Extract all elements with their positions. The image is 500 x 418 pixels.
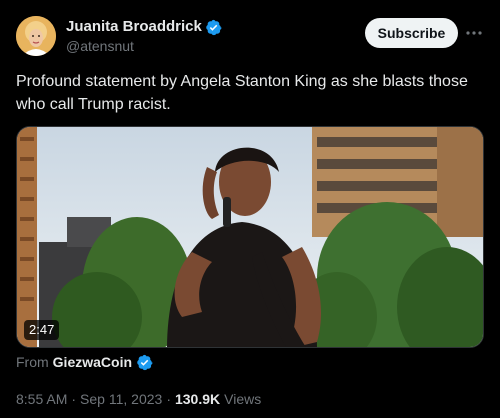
author-name-row[interactable]: Juanita Broaddrick — [66, 17, 222, 37]
tweet-time[interactable]: 8:55 AM — [16, 390, 67, 408]
source-prefix: From — [16, 354, 49, 370]
video-player[interactable] — [16, 126, 484, 348]
meta-separator: · — [166, 391, 171, 407]
tweet-text: Profound statement by Angela Stanton Kin… — [16, 73, 468, 113]
author-display-name[interactable]: Juanita Broaddrick — [66, 17, 202, 37]
author-handle[interactable]: @atensnut — [66, 37, 134, 55]
video-source-attribution: From GiezwaCoin — [16, 353, 153, 371]
verified-badge-icon — [136, 354, 153, 371]
tweet-card: Juanita Broaddrick @atensnut Subscribe P… — [0, 0, 500, 418]
video-thumbnail — [17, 127, 483, 347]
views-count: 130.9K — [174, 391, 221, 407]
more-icon[interactable] — [463, 23, 485, 43]
video-duration-badge: 2:47 — [24, 320, 60, 340]
tweet-date[interactable]: Sep 11, 2023 — [80, 390, 162, 408]
meta-separator: · — [71, 391, 77, 407]
tweet-meta: 8:55 AM · Sep 11, 2023 · 130.9K Views — [16, 390, 261, 408]
author-avatar[interactable] — [16, 16, 56, 56]
verified-badge-icon — [205, 19, 222, 36]
source-account-link[interactable]: GiezwaCoin — [53, 353, 132, 371]
subscribe-button[interactable]: Subscribe — [365, 18, 458, 48]
views-label: Views — [224, 391, 262, 407]
